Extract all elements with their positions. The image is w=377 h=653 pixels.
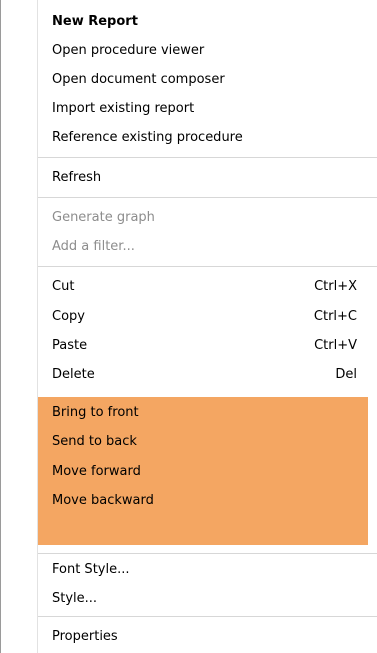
menu-separator (38, 157, 377, 158)
menu-item-label: New Report (52, 14, 138, 29)
menu-left-border (0, 0, 1, 653)
menu-item-refresh[interactable]: Refresh (52, 163, 357, 192)
menu-item-label: Move forward (52, 464, 141, 479)
menu-item-shortcut: Ctrl+X (314, 279, 357, 294)
menu-item-copy[interactable]: Copy Ctrl+C (52, 302, 357, 331)
menu-item-shortcut: Ctrl+V (314, 338, 357, 353)
menu-item-label: Cut (52, 279, 75, 294)
menu-item-label: Properties (52, 629, 118, 644)
menu-item-label: Open procedure viewer (52, 43, 205, 58)
menu-item-send-to-back[interactable]: Send to back (52, 427, 357, 456)
menu-item-move-backward[interactable]: Move backward (52, 486, 357, 515)
context-menu: New Report Open procedure viewer Open do… (0, 0, 377, 653)
menu-item-label: Move backward (52, 493, 154, 508)
menu-item-font-style[interactable]: Font Style... (52, 555, 357, 584)
menu-item-cut[interactable]: Cut Ctrl+X (52, 272, 357, 301)
menu-item-add-filter: Add a filter... (52, 232, 357, 261)
menu-item-reference-existing-procedure[interactable]: Reference existing procedure (52, 123, 357, 152)
menu-item-label: Paste (52, 338, 88, 353)
menu-item-delete[interactable]: Delete Del (52, 360, 357, 389)
menu-item-import-existing-report[interactable]: Import existing report (52, 94, 357, 123)
menu-item-bring-to-front[interactable]: Bring to front (52, 398, 357, 427)
menu-item-label: Send to back (52, 434, 137, 449)
menu-item-label: Open document composer (52, 72, 225, 87)
menu-item-label: Generate graph (52, 210, 155, 225)
menu-item-label: Style... (52, 591, 98, 606)
menu-item-label: Delete (52, 367, 95, 382)
menu-separator (38, 616, 377, 617)
menu-item-open-procedure-viewer[interactable]: Open procedure viewer (52, 36, 357, 65)
menu-item-label: Reference existing procedure (52, 130, 243, 145)
menu-item-label: Bring to front (52, 405, 139, 420)
menu-item-style[interactable]: Style... (52, 584, 357, 613)
menu-item-properties[interactable]: Properties (52, 622, 357, 651)
menu-item-generate-graph: Generate graph (52, 203, 357, 232)
menu-separator (38, 266, 377, 267)
menu-separator (38, 553, 377, 554)
menu-item-paste[interactable]: Paste Ctrl+V (52, 331, 357, 360)
menu-item-label: Copy (52, 309, 85, 324)
menu-item-label: Refresh (52, 170, 102, 185)
menu-item-shortcut: Ctrl+C (313, 309, 357, 324)
menu-item-label: Import existing report (52, 101, 195, 116)
icon-gutter-divider (37, 0, 38, 653)
menu-separator (38, 197, 377, 198)
menu-item-move-forward[interactable]: Move forward (52, 457, 357, 486)
menu-item-open-document-composer[interactable]: Open document composer (52, 65, 357, 94)
menu-item-shortcut: Del (335, 367, 357, 382)
menu-item-label: Add a filter... (52, 239, 135, 254)
menu-item-label: Font Style... (52, 562, 130, 577)
menu-item-new-report[interactable]: New Report (52, 7, 357, 36)
